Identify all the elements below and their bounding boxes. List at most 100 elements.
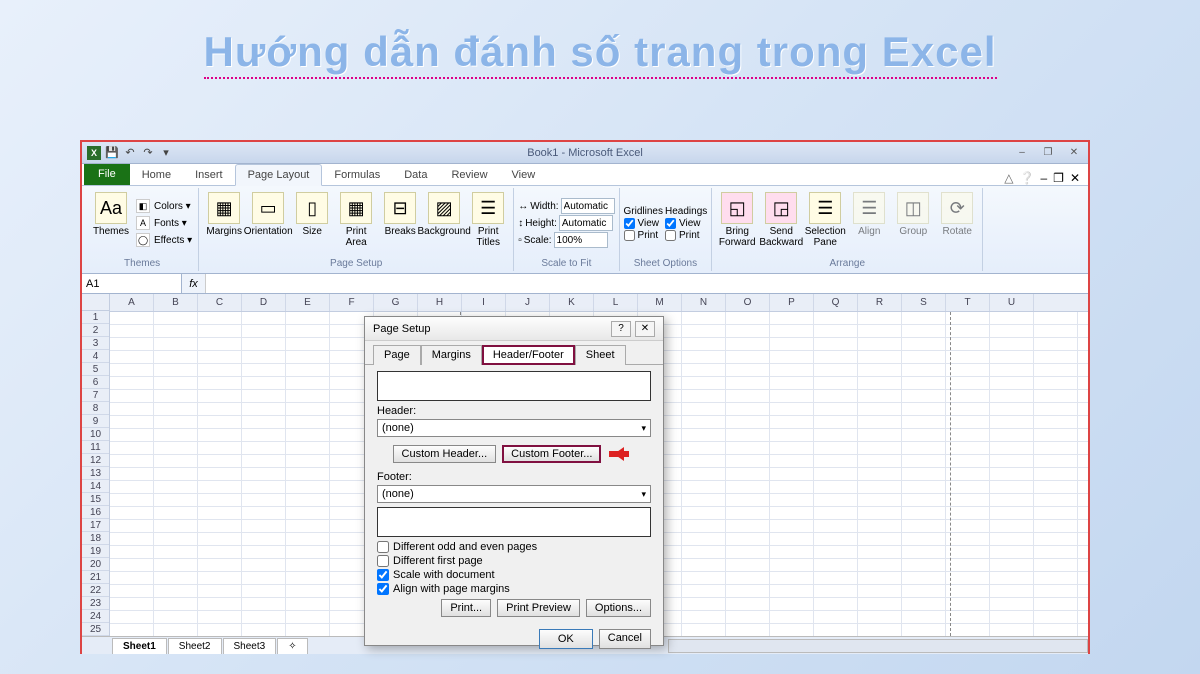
gridlines-view-checkbox[interactable]	[624, 218, 635, 229]
row-header[interactable]: 8	[82, 402, 109, 415]
send-backward-button[interactable]: ◲Send Backward	[760, 190, 802, 256]
dialog-tab-header-footer[interactable]: Header/Footer	[482, 345, 575, 365]
custom-footer-button[interactable]: Custom Footer...	[502, 445, 601, 463]
close-button[interactable]: ✕	[1062, 145, 1086, 161]
fonts-button[interactable]: AFonts ▾	[134, 215, 194, 231]
row-header[interactable]: 14	[82, 480, 109, 493]
row-header[interactable]: 11	[82, 441, 109, 454]
row-header[interactable]: 1	[82, 311, 109, 324]
help-icon[interactable]: ❔	[1020, 171, 1035, 185]
size-button[interactable]: ▯Size	[291, 190, 333, 256]
margins-button[interactable]: ▦Margins	[203, 190, 245, 256]
row-header[interactable]: 9	[82, 415, 109, 428]
row-header[interactable]: 6	[82, 376, 109, 389]
print-area-button[interactable]: ▦Print Area	[335, 190, 377, 256]
minimize-button[interactable]: –	[1010, 145, 1034, 161]
custom-header-button[interactable]: Custom Header...	[393, 445, 497, 463]
print-titles-button[interactable]: ☰Print Titles	[467, 190, 509, 256]
row-header[interactable]: 3	[82, 337, 109, 350]
tab-page-layout[interactable]: Page Layout	[235, 164, 323, 186]
dialog-tab-page[interactable]: Page	[373, 345, 421, 365]
row-header[interactable]: 17	[82, 519, 109, 532]
rotate-button[interactable]: ⟳Rotate	[936, 190, 978, 256]
orientation-button[interactable]: ▭Orientation	[247, 190, 289, 256]
horizontal-scrollbar[interactable]	[668, 639, 1088, 653]
fx-icon[interactable]: fx	[182, 274, 206, 293]
column-header[interactable]: S	[902, 294, 946, 311]
row-header[interactable]: 20	[82, 558, 109, 571]
row-header[interactable]: 22	[82, 584, 109, 597]
align-button[interactable]: ☰Align	[848, 190, 890, 256]
column-header[interactable]: A	[110, 294, 154, 311]
dialog-tab-sheet[interactable]: Sheet	[575, 345, 626, 365]
select-all-corner[interactable]	[82, 294, 110, 311]
column-header[interactable]: L	[594, 294, 638, 311]
column-header[interactable]: G	[374, 294, 418, 311]
column-header[interactable]: J	[506, 294, 550, 311]
themes-button[interactable]: AaThemes	[90, 190, 132, 256]
worksheet-grid[interactable]: 1234567891011121314151617181920212223242…	[82, 294, 1088, 636]
row-header[interactable]: 5	[82, 363, 109, 376]
group-button[interactable]: ◫Group	[892, 190, 934, 256]
row-header[interactable]: 2	[82, 324, 109, 337]
column-header[interactable]: Q	[814, 294, 858, 311]
row-header[interactable]: 13	[82, 467, 109, 480]
height-input[interactable]	[559, 215, 613, 231]
background-button[interactable]: ▨Background	[423, 190, 465, 256]
row-header[interactable]: 4	[82, 350, 109, 363]
colors-button[interactable]: ◧Colors ▾	[134, 198, 194, 214]
undo-icon[interactable]: ↶	[122, 145, 138, 161]
column-header[interactable]: P	[770, 294, 814, 311]
print-preview-button[interactable]: Print Preview	[497, 599, 580, 617]
diff-first-page-checkbox[interactable]	[377, 555, 389, 567]
row-header[interactable]: 21	[82, 571, 109, 584]
row-header[interactable]: 12	[82, 454, 109, 467]
row-header[interactable]: 15	[82, 493, 109, 506]
bring-forward-button[interactable]: ◱Bring Forward	[716, 190, 758, 256]
column-header[interactable]: H	[418, 294, 462, 311]
tab-view[interactable]: View	[500, 165, 548, 185]
gridlines-print-checkbox[interactable]	[624, 230, 635, 241]
row-header[interactable]: 7	[82, 389, 109, 402]
dialog-help-button[interactable]: ?	[611, 321, 631, 337]
mdi-close-icon[interactable]: ✕	[1070, 171, 1080, 185]
name-box[interactable]: A1	[82, 274, 182, 293]
sheet-tab-2[interactable]: Sheet2	[168, 638, 222, 654]
column-header[interactable]: R	[858, 294, 902, 311]
column-header[interactable]: E	[286, 294, 330, 311]
save-icon[interactable]: 💾	[104, 145, 120, 161]
row-header[interactable]: 18	[82, 532, 109, 545]
mdi-minimize-icon[interactable]: –	[1040, 171, 1047, 185]
row-header[interactable]: 25	[82, 623, 109, 636]
cancel-button[interactable]: Cancel	[599, 629, 651, 649]
align-margins-checkbox[interactable]	[377, 583, 389, 595]
tab-formulas[interactable]: Formulas	[322, 165, 392, 185]
new-sheet-button[interactable]: ✧	[277, 638, 307, 654]
column-header[interactable]: D	[242, 294, 286, 311]
ok-button[interactable]: OK	[539, 629, 593, 649]
print-button[interactable]: Print...	[441, 599, 491, 617]
row-header[interactable]: 10	[82, 428, 109, 441]
column-header[interactable]: M	[638, 294, 682, 311]
minimize-ribbon-icon[interactable]: △	[1004, 171, 1013, 185]
column-header[interactable]: N	[682, 294, 726, 311]
row-header[interactable]: 23	[82, 597, 109, 610]
row-header[interactable]: 24	[82, 610, 109, 623]
restore-button[interactable]: ❐	[1036, 145, 1060, 161]
header-select[interactable]: (none)	[377, 419, 651, 437]
column-header[interactable]: F	[330, 294, 374, 311]
column-header[interactable]: U	[990, 294, 1034, 311]
headings-view-checkbox[interactable]	[665, 218, 676, 229]
tab-file[interactable]: File	[84, 163, 130, 185]
selection-pane-button[interactable]: ☰Selection Pane	[804, 190, 846, 256]
options-button[interactable]: Options...	[586, 599, 651, 617]
width-input[interactable]	[561, 198, 615, 214]
scale-input[interactable]	[554, 232, 608, 248]
footer-select[interactable]: (none)	[377, 485, 651, 503]
scale-with-doc-checkbox[interactable]	[377, 569, 389, 581]
tab-insert[interactable]: Insert	[183, 165, 235, 185]
column-header[interactable]: T	[946, 294, 990, 311]
formula-input[interactable]	[206, 274, 1088, 293]
mdi-restore-icon[interactable]: ❐	[1053, 171, 1064, 185]
tab-review[interactable]: Review	[439, 165, 499, 185]
